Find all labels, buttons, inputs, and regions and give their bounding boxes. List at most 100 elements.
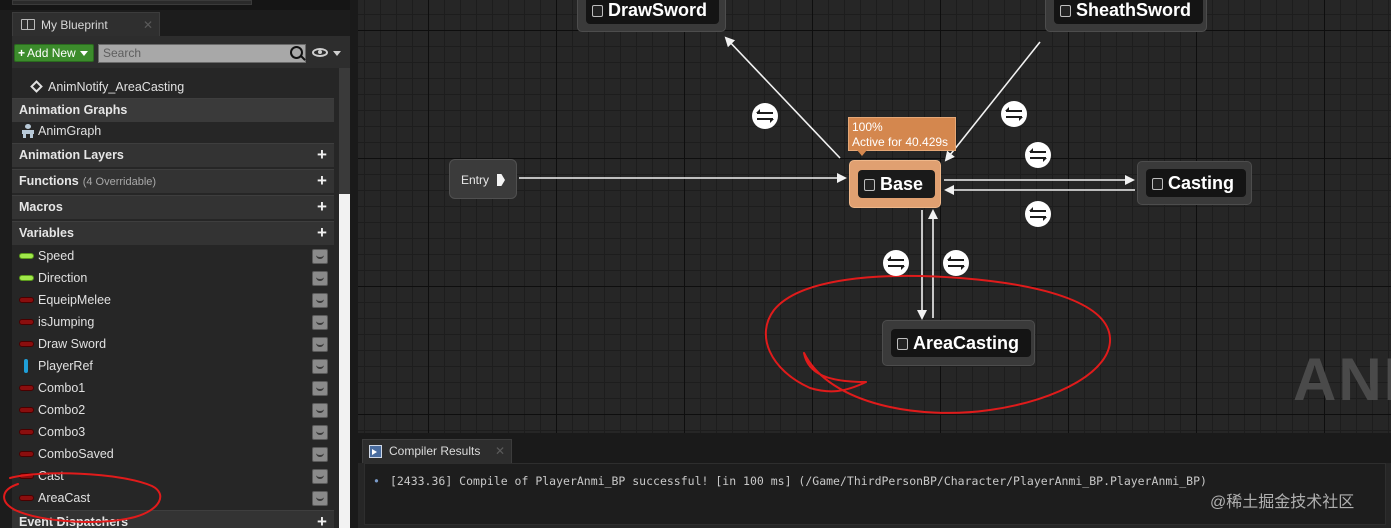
search-input[interactable] xyxy=(103,45,283,62)
transition-rule-icon[interactable] xyxy=(1025,201,1051,227)
visibility-eye-icon[interactable] xyxy=(312,381,328,396)
functions-overridable-count: (4 Overridable) xyxy=(82,176,157,188)
category-event-dispatchers[interactable]: Event Dispatchers + xyxy=(12,510,334,528)
compiler-results-panel: Compiler Results ✕ • [2433.36] Compile of… xyxy=(358,433,1391,528)
variable-row-combo1[interactable]: Combo1 xyxy=(12,377,334,399)
add-dispatcher-plus-icon[interactable]: + xyxy=(314,513,330,528)
variable-row-combo3[interactable]: Combo3 xyxy=(12,421,334,443)
variable-row-equeipmelee[interactable]: EqueipMelee xyxy=(12,289,334,311)
category-functions[interactable]: Functions (4 Overridable) + xyxy=(12,169,334,193)
visibility-eye-icon[interactable] xyxy=(312,403,328,418)
view-options-button[interactable] xyxy=(312,46,344,60)
category-macros[interactable]: Macros + xyxy=(12,195,334,219)
chevron-down-icon xyxy=(333,51,341,56)
bool-pin-icon xyxy=(19,495,34,501)
category-animation-layers[interactable]: Animation Layers + xyxy=(12,143,334,167)
search-icon[interactable] xyxy=(290,46,303,59)
tree-item-anim-notify[interactable]: AnimNotify_AreaCasting xyxy=(12,76,334,98)
transition-rule-icon[interactable] xyxy=(883,250,909,276)
category-variables[interactable]: Variables + xyxy=(12,221,334,245)
visibility-eye-icon[interactable] xyxy=(312,469,328,484)
add-macro-plus-icon[interactable]: + xyxy=(314,198,330,216)
scrollbar-thumb[interactable] xyxy=(339,194,350,528)
variable-row-cast[interactable]: Cast xyxy=(12,465,334,487)
state-sheathsword[interactable]: SheathSword xyxy=(1045,0,1207,32)
tooltip-active-time: Active for 40.429s xyxy=(852,135,949,149)
variable-name: AreaCast xyxy=(38,491,91,505)
ue-editor-window: My Blueprint ✕ + Add New Search AnimNoti… xyxy=(0,0,1391,528)
category-animation-graphs[interactable]: Animation Graphs xyxy=(12,98,334,122)
state-label: SheathSword xyxy=(1054,0,1204,24)
visibility-eye-icon[interactable] xyxy=(312,337,328,352)
add-function-plus-icon[interactable]: + xyxy=(314,172,330,190)
variable-name: Draw Sword xyxy=(38,337,107,351)
scrollbar-upper[interactable] xyxy=(339,68,350,194)
float-pin-icon xyxy=(19,275,34,281)
bool-pin-icon xyxy=(19,385,34,391)
visibility-eye-icon[interactable] xyxy=(312,447,328,462)
add-layer-plus-icon[interactable]: + xyxy=(314,146,330,164)
compiler-tab-label: Compiler Results xyxy=(389,444,481,458)
variable-row-isjumping[interactable]: isJumping xyxy=(12,311,334,333)
event-diamond-icon xyxy=(30,80,43,93)
entry-label: Entry xyxy=(461,173,490,187)
transition-rule-icon[interactable] xyxy=(1025,142,1051,168)
variable-name: Direction xyxy=(38,271,88,285)
variable-name: Cast xyxy=(38,469,64,483)
log-text: [2433.36] Compile of PlayerAnmi_BP succe… xyxy=(389,474,1207,488)
bullet-icon: • xyxy=(373,474,380,488)
chevron-down-icon xyxy=(79,51,88,56)
variable-name: EqueipMelee xyxy=(38,293,111,307)
visibility-eye-icon[interactable] xyxy=(312,249,328,264)
entry-node[interactable]: Entry xyxy=(449,159,517,199)
exec-pin-icon[interactable] xyxy=(497,174,505,186)
add-variable-plus-icon[interactable]: + xyxy=(314,224,330,242)
log-entry[interactable]: • [2433.36] Compile of PlayerAnmi_BP succ… xyxy=(373,474,1207,488)
tree-item-animgraph[interactable]: AnimGraph xyxy=(12,120,334,142)
float-pin-icon xyxy=(19,253,34,259)
state-drawsword[interactable]: DrawSword xyxy=(577,0,726,32)
visibility-eye-icon[interactable] xyxy=(312,359,328,374)
transition-rule-icon[interactable] xyxy=(943,250,969,276)
bool-pin-icon xyxy=(19,473,34,479)
variable-row-speed[interactable]: Speed xyxy=(12,245,334,267)
state-base-active[interactable]: Base xyxy=(849,160,941,208)
close-tab-icon[interactable]: ✕ xyxy=(495,440,505,463)
search-box[interactable] xyxy=(98,44,306,63)
visibility-eye-icon[interactable] xyxy=(312,293,328,308)
variable-row-playerref[interactable]: PlayerRef xyxy=(12,355,334,377)
visibility-eye-icon[interactable] xyxy=(312,315,328,330)
close-tab-icon[interactable]: ✕ xyxy=(143,13,153,37)
variable-name: isJumping xyxy=(38,315,95,329)
state-label: Casting xyxy=(1146,169,1247,197)
anim-graph-canvas[interactable]: ANI xyxy=(358,0,1391,433)
variable-row-combo2[interactable]: Combo2 xyxy=(12,399,334,421)
top-strip xyxy=(0,0,350,10)
variable-row-areacast[interactable]: AreaCast xyxy=(12,487,334,509)
variable-row-combosaved[interactable]: ComboSaved xyxy=(12,443,334,465)
compiler-results-tab[interactable]: Compiler Results ✕ xyxy=(362,439,512,463)
watermark-credit: @稀土掘金技术社区 xyxy=(1210,494,1355,511)
transition-rule-icon[interactable] xyxy=(752,103,778,129)
add-new-button[interactable]: + Add New xyxy=(14,44,94,62)
category-label: Event Dispatchers xyxy=(19,515,129,528)
state-casting[interactable]: Casting xyxy=(1137,161,1252,205)
active-state-tooltip: 100% Active for 40.429s xyxy=(848,117,956,156)
variable-name: Combo2 xyxy=(38,403,86,417)
visibility-eye-icon[interactable] xyxy=(312,271,328,286)
variable-name: Combo1 xyxy=(38,381,86,395)
anim-watermark: ANI xyxy=(1293,346,1391,413)
state-areacasting[interactable]: AreaCasting xyxy=(882,320,1035,366)
category-label: Variables xyxy=(19,226,74,240)
visibility-eye-icon[interactable] xyxy=(312,425,328,440)
state-label: Base xyxy=(858,170,936,198)
variable-row-direction[interactable]: Direction xyxy=(12,267,334,289)
visibility-eye-icon[interactable] xyxy=(312,491,328,506)
bool-pin-icon xyxy=(19,407,34,413)
transition-rule-icon[interactable] xyxy=(1001,101,1027,127)
my-blueprint-tab[interactable]: My Blueprint ✕ xyxy=(12,12,160,36)
variable-row-draw-sword[interactable]: Draw Sword xyxy=(12,333,334,355)
animgraph-icon xyxy=(20,124,36,138)
bool-pin-icon xyxy=(19,451,34,457)
object-pin-icon xyxy=(24,359,28,373)
